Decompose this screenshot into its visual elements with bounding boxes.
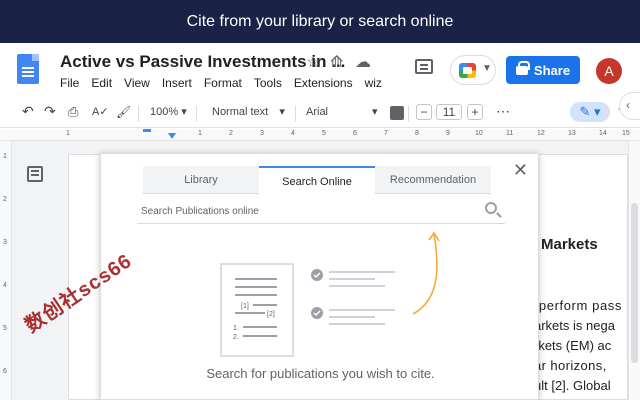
ruler-indent-marker[interactable] bbox=[168, 133, 176, 139]
font-select[interactable]: Arial ▾ bbox=[306, 105, 378, 118]
document-title[interactable]: Active vs Passive Investments in ... bbox=[60, 52, 345, 72]
ruler-tick: 8 bbox=[415, 130, 419, 137]
ruler-tick: 4 bbox=[3, 282, 7, 289]
menu-bar: File Edit View Insert Format Tools Exten… bbox=[60, 76, 394, 90]
ruler-tick: 5 bbox=[3, 325, 7, 332]
share-label: Share bbox=[533, 62, 571, 78]
vertical-scrollbar[interactable] bbox=[628, 141, 640, 400]
chevron-down-icon: ▼ bbox=[482, 63, 492, 74]
meet-button[interactable]: ▼ bbox=[450, 55, 496, 85]
ruler-tick: 2 bbox=[229, 130, 233, 137]
avatar[interactable]: A bbox=[596, 58, 622, 84]
promo-banner-text: Cite from your library or search online bbox=[186, 12, 454, 30]
style-value: Normal text bbox=[212, 106, 269, 118]
doc-heading-fragment: Markets bbox=[541, 236, 598, 253]
ruler-tick: 11 bbox=[506, 130, 514, 137]
ruler-tick: 2 bbox=[3, 196, 7, 203]
google-docs-icon[interactable] bbox=[17, 54, 39, 84]
cite-dialog: Library Search Online Recommendation ✕ [… bbox=[100, 153, 539, 400]
share-button[interactable]: Share bbox=[506, 56, 580, 84]
style-select[interactable]: Normal text ▾ bbox=[212, 105, 285, 118]
comment-history-icon[interactable] bbox=[415, 59, 433, 74]
editing-mode-icon[interactable]: ✎ ▾ bbox=[570, 102, 610, 122]
doc-line: rperform pass bbox=[534, 298, 622, 313]
ruler-indent-marker[interactable] bbox=[143, 129, 151, 132]
menu-tools[interactable]: Tools bbox=[254, 76, 282, 90]
list-marker: 2. bbox=[233, 334, 239, 341]
ruler-tick: 4 bbox=[291, 130, 295, 137]
spellcheck-icon[interactable]: A✓ bbox=[92, 105, 109, 118]
ruler-tick: 5 bbox=[322, 130, 326, 137]
redo-icon[interactable]: ↷ bbox=[44, 103, 56, 120]
menu-format[interactable]: Format bbox=[204, 76, 242, 90]
toolbar-divider bbox=[138, 106, 139, 122]
undo-icon[interactable]: ↶ bbox=[22, 103, 34, 120]
menu-wiz[interactable]: wiz bbox=[365, 76, 382, 90]
doc-line: arkets is nega bbox=[534, 318, 615, 333]
document-card bbox=[220, 263, 294, 357]
citation-marker: [1] bbox=[241, 303, 249, 310]
side-panel-toggle[interactable]: ‹ bbox=[619, 92, 640, 120]
ruler-tick: 1 bbox=[198, 130, 202, 137]
formatting-toolbar: ↶ ↷ ⎙ A✓ 🖌 100% ▾ Normal text ▾ Arial ▾ −… bbox=[0, 100, 640, 128]
toolbar-divider bbox=[295, 106, 296, 122]
ruler-tick: 13 bbox=[568, 130, 576, 137]
ruler-tick: 3 bbox=[3, 239, 7, 246]
toolbar-divider bbox=[196, 106, 197, 122]
star-icon[interactable]: ☆ bbox=[306, 52, 320, 72]
menu-file[interactable]: File bbox=[60, 76, 79, 90]
toolbar-divider bbox=[408, 106, 409, 122]
menu-insert[interactable]: Insert bbox=[162, 76, 192, 90]
ruler-tick: 3 bbox=[260, 130, 264, 137]
horizontal-ruler[interactable]: 1 1 2 3 4 5 6 7 8 9 10 11 12 13 14 15 bbox=[0, 129, 640, 141]
empty-state-message: Search for publications you wish to cite… bbox=[206, 366, 435, 381]
ruler-tick: 12 bbox=[537, 130, 545, 137]
ruler-tick: 6 bbox=[3, 368, 7, 375]
menu-extensions[interactable]: Extensions bbox=[294, 76, 353, 90]
ruler-tick: 1 bbox=[3, 153, 7, 160]
more-options-icon[interactable]: ⋯ bbox=[496, 103, 510, 120]
scrollbar-thumb[interactable] bbox=[631, 203, 638, 363]
doc-line: rkets (EM) ac bbox=[534, 338, 612, 353]
zoom-value: 100% bbox=[150, 106, 179, 118]
ruler-tick: 14 bbox=[599, 130, 607, 137]
font-size-input[interactable]: 11 bbox=[436, 104, 462, 120]
ruler-tick: 7 bbox=[384, 130, 388, 137]
ruler-tick: 6 bbox=[353, 130, 357, 137]
ruler-tick: 1 bbox=[66, 130, 70, 137]
menu-edit[interactable]: Edit bbox=[91, 76, 112, 90]
meet-icon bbox=[459, 63, 476, 78]
document-outline-icon[interactable] bbox=[27, 166, 43, 182]
list-marker: 1. bbox=[233, 325, 239, 332]
ruler-tick: 10 bbox=[475, 130, 483, 137]
cloud-status-icon[interactable]: ☁ bbox=[355, 52, 371, 72]
promo-banner: Cite from your library or search online bbox=[0, 0, 640, 43]
doc-line: ar horizons, bbox=[534, 358, 607, 373]
arrow-up-icon bbox=[412, 233, 438, 315]
font-size-decrease-button[interactable]: − bbox=[416, 104, 432, 120]
font-style-icon[interactable] bbox=[390, 106, 404, 120]
empty-state-illustration: [1] [2] 1. 2. bbox=[220, 231, 440, 357]
font-size-increase-button[interactable]: + bbox=[467, 104, 483, 120]
print-icon[interactable]: ⎙ bbox=[68, 104, 78, 120]
menu-view[interactable]: View bbox=[124, 76, 150, 90]
paint-format-icon[interactable]: 🖌 bbox=[116, 105, 131, 119]
citation-marker: [2] bbox=[267, 311, 275, 318]
move-to-drive-icon[interactable]: ⟰ bbox=[330, 52, 343, 72]
chevron-left-icon: ‹ bbox=[626, 98, 630, 112]
font-value: Arial bbox=[306, 106, 329, 118]
lock-icon bbox=[515, 60, 530, 75]
ruler-tick: 15 bbox=[622, 130, 630, 137]
doc-line: ult [2]. Global bbox=[534, 378, 611, 393]
ruler-tick: 9 bbox=[446, 130, 450, 137]
vertical-ruler[interactable]: 1 2 3 4 5 6 bbox=[0, 141, 12, 400]
zoom-select[interactable]: 100% ▾ bbox=[150, 105, 187, 118]
